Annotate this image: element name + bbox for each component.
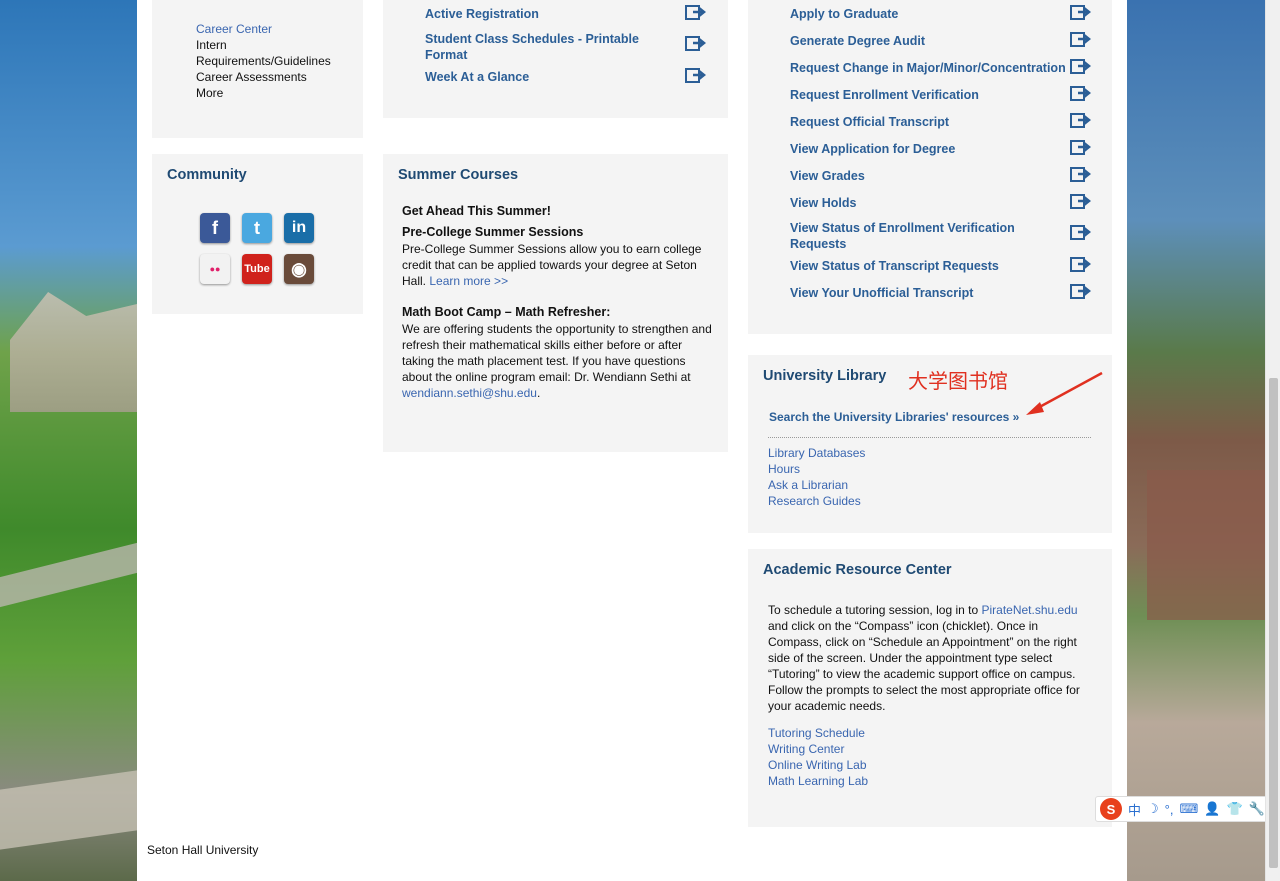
period: . — [536, 386, 541, 400]
external-link-icon[interactable] — [1070, 32, 1092, 48]
flickr-icon[interactable]: ●● — [200, 254, 230, 284]
external-link-icon[interactable] — [1070, 257, 1092, 273]
external-link-icon[interactable] — [685, 36, 707, 52]
registration-link[interactable]: Week At a Glance — [425, 70, 529, 84]
external-link-icon[interactable] — [1070, 225, 1092, 241]
skin-icon[interactable]: 👕 — [1226, 801, 1242, 817]
summer-headline: Get Ahead This Summer! — [402, 204, 551, 218]
records-link[interactable]: Generate Degree Audit — [790, 34, 925, 48]
divider — [768, 437, 1091, 438]
annotation-arrow-icon — [1026, 371, 1103, 415]
user-icon[interactable]: 👤 — [1204, 801, 1220, 817]
library-title: University Library — [763, 368, 887, 384]
bootcamp-text: We are offering students the opportunity… — [402, 322, 712, 384]
footer-text: Seton Hall University — [147, 843, 259, 857]
library-databases-link[interactable]: Library Databases — [768, 446, 865, 460]
annotation-label: 大学图书馆 — [908, 369, 1008, 393]
community-panel: Community f t in ●● Tube ◉ — [152, 154, 363, 314]
ime-toolbar: S 中 ☽ °, ⌨ 👤 👕 🔧 — [1095, 796, 1280, 822]
ask-librarian-link[interactable]: Ask a Librarian — [768, 478, 848, 492]
registration-link[interactable]: Active Registration — [425, 7, 539, 21]
math-learning-lab-link[interactable]: Math Learning Lab — [768, 774, 868, 788]
career-item: Career Assessments — [196, 70, 307, 84]
main-content: Career Center Intern Requirements/Guidel… — [137, 0, 1127, 881]
records-link[interactable]: View Application for Degree — [790, 142, 955, 156]
records-link[interactable]: Request Enrollment Verification — [790, 88, 979, 102]
registration-link[interactable]: Student Class Schedules - Printable Form… — [425, 31, 640, 63]
arc-text-after: and click on the “Compass” icon (chickle… — [768, 619, 1080, 713]
records-link[interactable]: View Holds — [790, 196, 856, 210]
records-link[interactable]: Apply to Graduate — [790, 7, 898, 21]
keyboard-icon[interactable]: ⌨ — [1179, 801, 1198, 817]
external-link-icon[interactable] — [685, 5, 707, 21]
library-search-link[interactable]: Search the University Libraries' resourc… — [769, 410, 1019, 424]
facebook-icon[interactable]: f — [200, 213, 230, 243]
records-link[interactable]: Request Official Transcript — [790, 115, 949, 129]
tutoring-schedule-link[interactable]: Tutoring Schedule — [768, 726, 865, 740]
records-link[interactable]: Request Change in Major/Minor/Concentrat… — [790, 61, 1066, 75]
background-photo-left — [0, 0, 137, 881]
writing-center-link[interactable]: Writing Center — [768, 742, 844, 756]
arc-description: To schedule a tutoring session, log in t… — [768, 602, 1093, 714]
career-item: Intern — [196, 38, 227, 52]
summer-courses-title: Summer Courses — [398, 167, 519, 183]
career-panel: Career Center Intern Requirements/Guidel… — [152, 0, 363, 138]
external-link-icon[interactable] — [1070, 284, 1092, 300]
academic-resource-center-panel: Academic Resource Center To schedule a t… — [748, 549, 1112, 827]
vertical-scrollbar[interactable] — [1265, 0, 1280, 881]
external-link-icon[interactable] — [1070, 167, 1092, 183]
bootcamp-description: We are offering students the opportunity… — [402, 321, 712, 401]
community-title: Community — [167, 167, 247, 183]
external-link-icon[interactable] — [1070, 113, 1092, 129]
instagram-icon[interactable]: ◉ — [284, 254, 314, 284]
learn-more-link[interactable]: Learn more >> — [429, 274, 508, 288]
campus-building-image — [1147, 470, 1265, 620]
background-photo-right — [1127, 0, 1265, 881]
scrollbar-thumb[interactable] — [1269, 378, 1278, 868]
student-records-panel: Apply to Graduate Generate Degree Audit … — [748, 0, 1112, 334]
research-guides-link[interactable]: Research Guides — [768, 494, 861, 508]
arc-title: Academic Resource Center — [763, 562, 952, 578]
twitter-icon[interactable]: t — [242, 213, 272, 243]
external-link-icon[interactable] — [685, 68, 707, 84]
bootcamp-title: Math Boot Camp – Math Refresher: — [402, 305, 611, 319]
precollege-title: Pre-College Summer Sessions — [402, 225, 584, 239]
career-center-link[interactable]: Career Center — [196, 22, 272, 36]
external-link-icon[interactable] — [1070, 86, 1092, 102]
arc-text-before: To schedule a tutoring session, log in t… — [768, 603, 979, 617]
campus-building-image — [10, 292, 137, 412]
records-link[interactable]: View Status of Enrollment Verification R… — [790, 220, 1025, 252]
linkedin-icon[interactable]: in — [284, 213, 314, 243]
records-link[interactable]: View Your Unofficial Transcript — [790, 286, 973, 300]
piratenet-link[interactable]: PirateNet.shu.edu — [981, 603, 1077, 617]
registration-panel: Active Registration Student Class Schedu… — [383, 0, 728, 118]
career-item: Requirements/Guidelines — [196, 54, 331, 68]
university-library-panel: University Library 大学图书馆 Search the Univ… — [748, 355, 1112, 533]
email-link[interactable]: wendiann.sethi@shu.edu — [402, 386, 537, 400]
campus-path — [0, 770, 137, 850]
summer-courses-panel: Summer Courses Get Ahead This Summer! Pr… — [383, 154, 728, 452]
moon-icon[interactable]: ☽ — [1147, 801, 1159, 817]
punctuation-icon[interactable]: °, — [1165, 802, 1174, 817]
precollege-description: Pre-College Summer Sessions allow you to… — [402, 241, 712, 289]
external-link-icon[interactable] — [1070, 5, 1092, 21]
youtube-icon[interactable]: Tube — [242, 254, 272, 284]
external-link-icon[interactable] — [1070, 140, 1092, 156]
external-link-icon[interactable] — [1070, 59, 1092, 75]
chinese-mode-icon[interactable]: 中 — [1128, 800, 1141, 819]
online-writing-lab-link[interactable]: Online Writing Lab — [768, 758, 867, 772]
tools-icon[interactable]: 🔧 — [1249, 801, 1265, 817]
campus-path — [0, 542, 137, 608]
sogou-logo-icon[interactable]: S — [1100, 798, 1122, 820]
external-link-icon[interactable] — [1070, 194, 1092, 210]
career-item: More — [196, 86, 224, 100]
records-link[interactable]: View Grades — [790, 169, 865, 183]
library-hours-link[interactable]: Hours — [768, 462, 800, 476]
records-link[interactable]: View Status of Transcript Requests — [790, 259, 999, 273]
